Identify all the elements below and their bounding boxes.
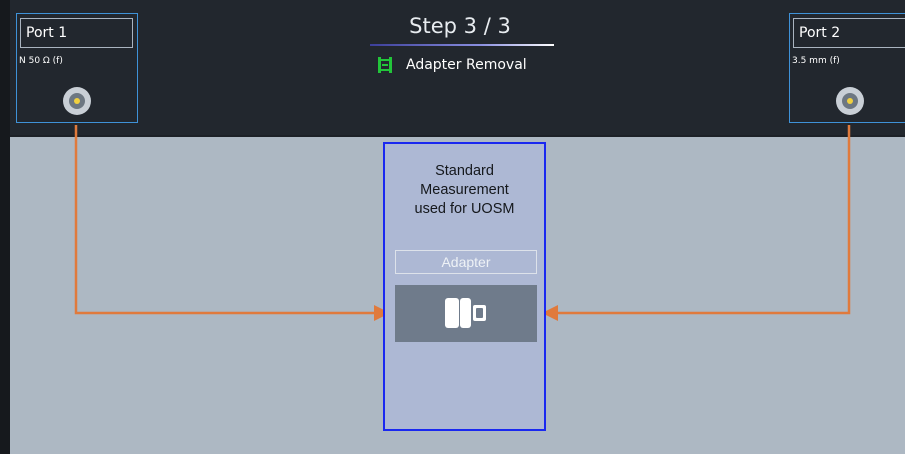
port-2-panel[interactable]: Port 2 3.5 mm (f)	[789, 13, 905, 123]
step-indicator: Step 3 / 3	[409, 14, 511, 38]
step-name: Adapter Removal	[376, 55, 527, 75]
standard-label-line1: Standard	[435, 163, 494, 179]
step-name-label: Adapter Removal	[406, 57, 527, 73]
standard-label: Standard Measurement used for UOSM	[385, 162, 544, 219]
port-1-connector-type: N 50 Ω (f)	[19, 56, 63, 66]
standard-label-line3: used for UOSM	[414, 201, 515, 217]
left-edge	[0, 0, 10, 454]
standard-label-line2: Measurement	[420, 182, 509, 198]
standard-measurement-card[interactable]: Standard Measurement used for UOSM Adapt…	[383, 142, 546, 431]
port-2-connector-type: 3.5 mm (f)	[792, 56, 840, 66]
step-progress-underline	[370, 44, 554, 46]
port-1-title: Port 1	[20, 18, 133, 48]
adapter-image	[395, 285, 537, 342]
port-2-connector-icon	[836, 87, 864, 115]
adapter-icon	[445, 298, 486, 328]
port-1-connector-icon	[63, 87, 91, 115]
port-2-title: Port 2	[793, 18, 905, 48]
adapter-removal-icon	[378, 57, 392, 73]
port-1-panel[interactable]: Port 1 N 50 Ω (f)	[16, 13, 138, 123]
adapter-label: Adapter	[395, 250, 537, 274]
